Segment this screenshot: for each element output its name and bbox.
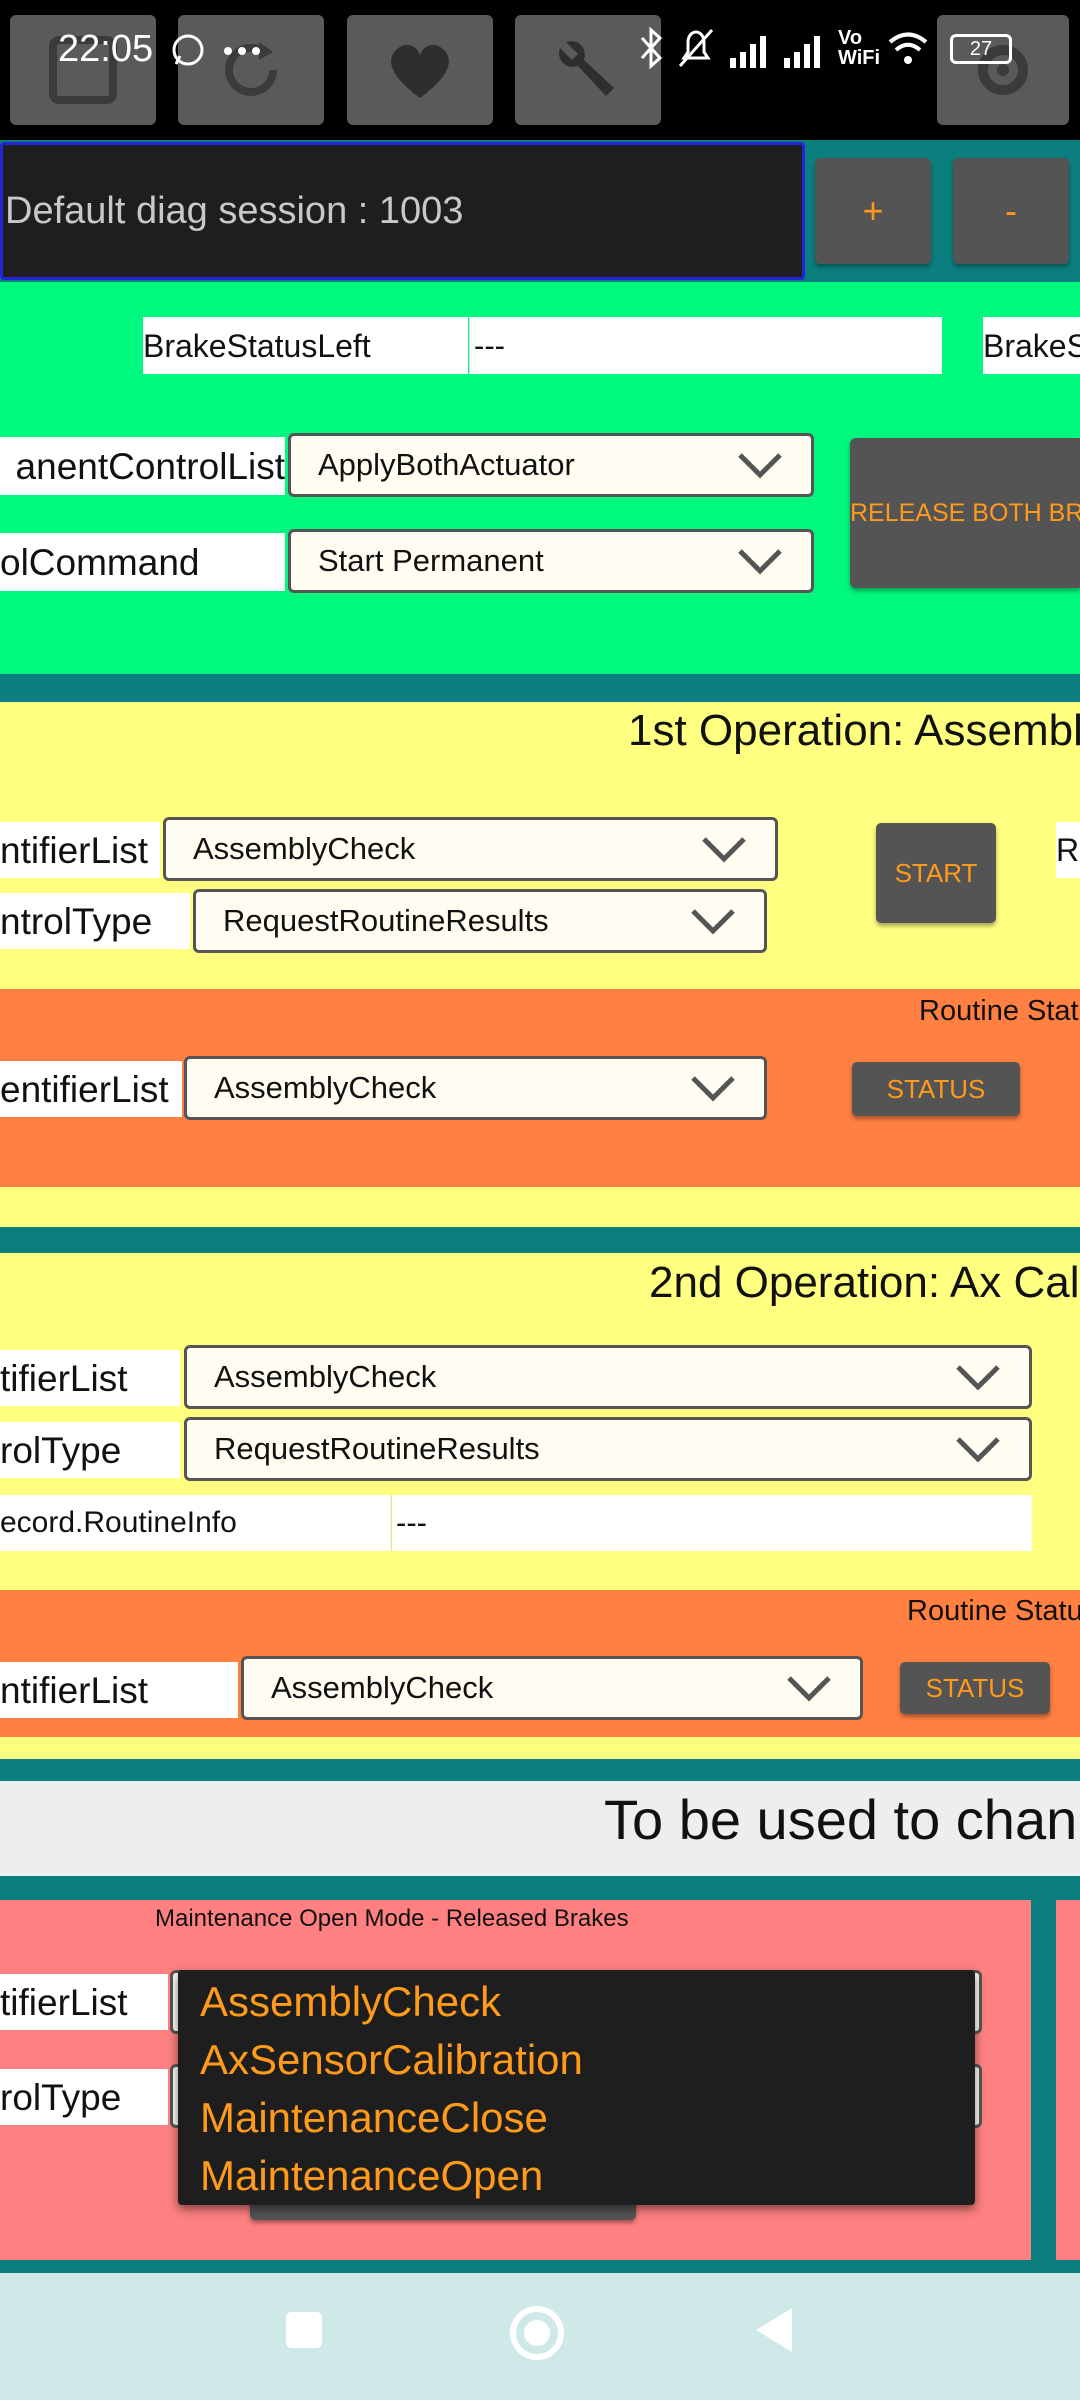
dropdown-option[interactable]: AssemblyCheck [200,1978,501,2026]
session-field[interactable]: Default diag session : 1003 [0,142,805,280]
session-minus-button[interactable]: - [953,158,1069,264]
section-divider [0,674,1080,702]
mute-icon [678,29,714,67]
maintenance-subtitle: Maintenance Open Mode - Released Brakes [155,1905,629,1932]
home-icon[interactable] [508,2304,566,2362]
section-divider [0,2260,1080,2273]
chevron-down-icon [956,1365,1000,1391]
chevron-down-icon [787,1676,831,1702]
section-divider [0,1187,1080,1227]
op1-identifier-label: ntifierList [0,822,160,878]
op1-identifier-value: AssemblyCheck [193,831,416,866]
chevron-down-icon [956,1437,1000,1463]
vowifi-icon: Vo WiFi [838,27,881,69]
op1-status-identifier-value: AssemblyCheck [214,1070,437,1105]
control-command-value: Start Permanent [318,543,544,578]
op1-status-identifier-label: entifierList [0,1061,182,1117]
section-divider [0,1876,1080,1900]
more-icon [224,47,260,55]
op1-control-type-value: RequestRoutineResults [223,903,549,938]
signal-icon [730,36,766,68]
chevron-down-icon [738,549,782,575]
op1-status-header: Routine Stat [919,995,1079,1027]
release-both-brakes-button[interactable]: RELEASE BOTH BRA [850,438,1080,588]
op1-start-button[interactable]: START [876,823,996,923]
op2-status-identifier-select[interactable]: AssemblyCheck [241,1656,863,1720]
op2-identifier-label: tifierList [0,1350,180,1406]
op2-identifier-select[interactable]: AssemblyCheck [184,1345,1032,1409]
whatsapp-icon [172,34,204,66]
op2-status-header: Routine Statu [907,1595,1080,1627]
maintenance-side-panel [1056,1900,1080,2260]
maintenance-control-type-label: rolType [0,2069,168,2125]
session-plus-button[interactable]: + [815,158,931,264]
permanent-control-list-label: anentControlList [0,437,285,495]
chevron-down-icon [691,1076,735,1102]
status-time: 22:05 [58,28,154,70]
brake-status-right-label: BrakeS [983,317,1080,374]
op2-record-label: ecord.RoutineInfo [0,1495,390,1551]
session-value: Default diag session : 1003 [5,189,464,232]
permanent-control-list-value: ApplyBothActuator [318,447,575,482]
op2-status-button[interactable]: STATUS [900,1662,1050,1714]
dropdown-option[interactable]: MaintenanceOpen [200,2152,543,2200]
dropdown-option[interactable]: MaintenanceClose [200,2094,548,2142]
battery-level: 27 [969,37,993,60]
maintenance-identifier-label: tifierList [0,1974,168,2030]
bluetooth-icon [640,26,663,70]
wifi-icon [888,32,928,64]
dropdown-option[interactable]: AxSensorCalibration [200,2036,583,2084]
favorite-button[interactable] [347,15,493,125]
op1-control-type-select[interactable]: RequestRoutineResults [193,889,767,953]
chevron-down-icon [738,453,782,479]
back-icon[interactable] [752,2304,796,2356]
op1-control-type-label: ntrolType [0,893,190,949]
op1-identifier-select[interactable]: AssemblyCheck [163,817,778,881]
brake-status-left-label: BrakeStatusLeft [143,317,468,374]
chevron-down-icon [691,909,735,935]
recents-icon[interactable] [284,2310,324,2350]
wrench-icon [559,41,614,96]
op1-status-button[interactable]: STATUS [852,1062,1020,1116]
op2-status-identifier-value: AssemblyCheck [271,1670,494,1705]
control-command-label: olCommand [0,533,285,591]
section-divider [0,1737,1080,1759]
op2-title: 2nd Operation: Ax Cali [649,1258,1080,1307]
section-divider [0,1227,1080,1253]
control-command-select[interactable]: Start Permanent [288,529,814,593]
op2-control-type-label: rolType [0,1422,180,1478]
op2-control-type-select[interactable]: RequestRoutineResults [184,1417,1032,1481]
maintenance-banner-text: To be used to chan [604,1788,1078,1851]
op2-identifier-value: AssemblyCheck [214,1359,437,1394]
brake-status-left-value: --- [469,317,942,374]
dropdown-popup: AssemblyCheck AxSensorCalibration Mainte… [178,1970,975,2205]
chevron-down-icon [702,837,746,863]
heart-icon [391,44,449,98]
op1-status-identifier-select[interactable]: AssemblyCheck [184,1056,767,1120]
section-divider [0,1759,1080,1781]
settings-button[interactable] [937,15,1069,125]
refresh-icon [225,42,277,96]
permanent-control-list-select[interactable]: ApplyBothActuator [288,433,814,497]
op2-status-identifier-label: ntifierList [0,1662,238,1718]
op1-title: 1st Operation: Assembl [628,706,1080,755]
op2-record-value: --- [391,1495,1032,1551]
signal-icon [784,36,820,68]
op2-control-type-value: RequestRoutineResults [214,1431,540,1466]
op1-result-label: Re [1056,822,1080,878]
battery-icon: 27 [950,34,1012,64]
